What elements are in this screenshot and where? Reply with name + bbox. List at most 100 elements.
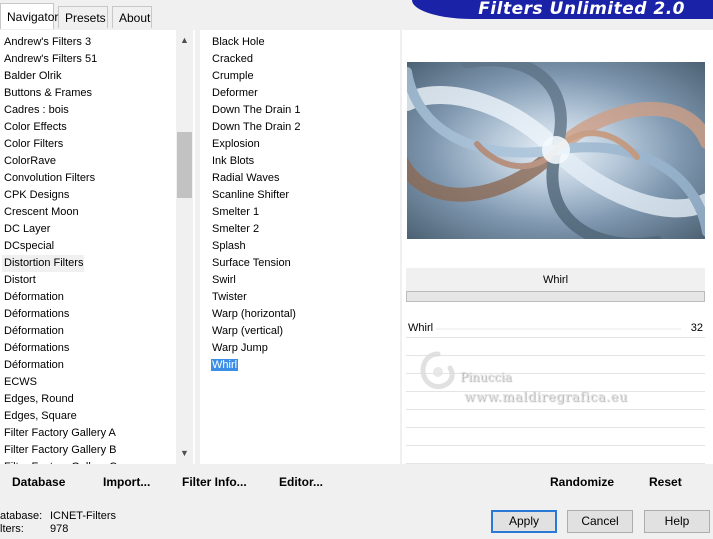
- category-item[interactable]: Distort: [4, 272, 174, 289]
- cancel-button[interactable]: Cancel: [567, 510, 633, 533]
- category-item[interactable]: Cadres : bois: [4, 102, 174, 119]
- category-item[interactable]: DCspecial: [4, 238, 174, 255]
- database-info-value: ICNET-Filters: [50, 510, 116, 522]
- category-item[interactable]: Déformations: [4, 340, 174, 357]
- filter-item-label: Radial Waves: [212, 172, 280, 184]
- filter-item[interactable]: Cracked: [211, 51, 391, 68]
- filter-item-label: Surface Tension: [212, 257, 291, 269]
- category-item[interactable]: Filter Factory Gallery A: [4, 425, 174, 442]
- filter-item[interactable]: Smelter 2: [211, 221, 391, 238]
- toolbar-row: Database Import... Filter Info... Editor…: [0, 466, 713, 494]
- param-row-empty: [406, 428, 705, 446]
- filter-item-label: Warp Jump: [212, 342, 268, 354]
- filter-item-label: Black Hole: [212, 36, 265, 48]
- filter-item[interactable]: Deformer: [211, 85, 391, 102]
- filter-info-button[interactable]: Filter Info...: [182, 475, 247, 489]
- filter-list[interactable]: Black Hole Cracked Crumple Deformer Down The…: [211, 34, 391, 374]
- category-scrollbar[interactable]: ▲ ▼: [176, 30, 193, 464]
- param-value: 32: [690, 322, 703, 334]
- category-item[interactable]: Filter Factory Gallery C: [4, 459, 174, 464]
- category-item[interactable]: Andrew's Filters 3: [4, 34, 174, 51]
- scroll-down-arrow-icon[interactable]: ▼: [176, 445, 193, 462]
- reset-button[interactable]: Reset: [649, 475, 682, 489]
- filter-item-label: Warp (vertical): [212, 325, 284, 337]
- help-button[interactable]: Help: [644, 510, 710, 533]
- category-item[interactable]: Crescent Moon: [4, 204, 174, 221]
- filter-item[interactable]: Warp (vertical): [211, 323, 391, 340]
- category-item[interactable]: Déformations: [4, 306, 174, 323]
- category-item[interactable]: ECWS: [4, 374, 174, 391]
- filter-item-label: Scanline Shifter: [212, 189, 290, 201]
- param-row-empty: [406, 356, 705, 374]
- category-item[interactable]: Convolution Filters: [4, 170, 174, 187]
- filter-item[interactable]: Smelter 1: [211, 204, 391, 221]
- category-item[interactable]: Déformation: [4, 357, 174, 374]
- category-item[interactable]: DC Layer: [4, 221, 174, 238]
- param-label: Whirl: [408, 322, 434, 334]
- param-slider[interactable]: [436, 328, 681, 330]
- filter-item[interactable]: Swirl: [211, 272, 391, 289]
- param-row-whirl[interactable]: Whirl 32: [406, 320, 705, 338]
- category-item[interactable]: Color Filters: [4, 136, 174, 153]
- category-item[interactable]: Distortion Filters: [2, 255, 84, 272]
- filter-item[interactable]: Explosion: [211, 136, 391, 153]
- scroll-thumb[interactable]: [177, 132, 192, 198]
- filter-item-label: Down The Drain 1: [212, 104, 301, 116]
- param-row-empty: [406, 374, 705, 392]
- filter-item-label: Twister: [212, 291, 247, 303]
- category-item[interactable]: Andrew's Filters 51: [4, 51, 174, 68]
- param-row-empty: [406, 410, 705, 428]
- category-item[interactable]: Balder Olrik: [4, 68, 174, 85]
- filter-item[interactable]: Radial Waves: [211, 170, 391, 187]
- category-item[interactable]: ColorRave: [4, 153, 174, 170]
- filter-item[interactable]: Surface Tension: [211, 255, 391, 272]
- scroll-up-arrow-icon[interactable]: ▲: [176, 32, 193, 49]
- tab-about[interactable]: About: [112, 6, 152, 28]
- param-row-empty: [406, 446, 705, 464]
- banner-title: Filters Unlimited 2.0: [478, 0, 685, 19]
- category-item[interactable]: Edges, Square: [4, 408, 174, 425]
- apply-button[interactable]: Apply: [491, 510, 557, 533]
- progress-bar: [406, 291, 705, 302]
- filter-item-label: Splash: [212, 240, 246, 252]
- editor-button[interactable]: Editor...: [279, 475, 323, 489]
- randomize-button[interactable]: Randomize: [550, 475, 614, 489]
- filter-name-label: Whirl: [406, 268, 705, 292]
- filter-item[interactable]: Ink Blots: [211, 153, 391, 170]
- database-button[interactable]: Database: [12, 475, 65, 489]
- param-row-empty: [406, 338, 705, 356]
- filters-unlimited-dialog: Navigator Presets About Filters Unlimite…: [0, 0, 713, 539]
- category-item[interactable]: CPK Designs: [4, 187, 174, 204]
- filters-count-value: 978: [50, 523, 69, 535]
- filter-item-label: Swirl: [212, 274, 236, 286]
- category-item[interactable]: Color Effects: [4, 119, 174, 136]
- param-row-empty: [406, 392, 705, 410]
- filter-item-label: Whirl: [211, 359, 239, 371]
- category-item[interactable]: Edges, Round: [4, 391, 174, 408]
- filter-item[interactable]: Black Hole: [211, 34, 391, 51]
- category-item[interactable]: Buttons & Frames: [4, 85, 174, 102]
- tab-navigator[interactable]: Navigator: [0, 3, 58, 29]
- preview-panel: Whirl Whirl 32: [402, 30, 713, 464]
- filters-count-label: lters:: [0, 523, 24, 535]
- filter-item[interactable]: Twister: [211, 289, 391, 306]
- filter-item[interactable]: Splash: [211, 238, 391, 255]
- filter-item[interactable]: Warp (horizontal): [211, 306, 391, 323]
- filter-list-panel: Black Hole Cracked Crumple Deformer Down The…: [200, 30, 400, 464]
- filter-item-label: Smelter 2: [212, 223, 260, 235]
- filter-item[interactable]: Warp Jump: [211, 340, 391, 357]
- filter-item[interactable]: Down The Drain 1: [211, 102, 391, 119]
- category-item[interactable]: Filter Factory Gallery B: [4, 442, 174, 459]
- preview-image: [407, 62, 705, 239]
- category-list[interactable]: Andrew's Filters 3 Andrew's Filters 51 Bal…: [2, 34, 174, 464]
- filter-item-label: Smelter 1: [212, 206, 260, 218]
- category-item[interactable]: Déformation: [4, 323, 174, 340]
- import-button[interactable]: Import...: [103, 475, 150, 489]
- filter-item[interactable]: Crumple: [211, 68, 391, 85]
- category-item[interactable]: Déformation: [4, 289, 174, 306]
- filter-item[interactable]: Down The Drain 2: [211, 119, 391, 136]
- tab-presets[interactable]: Presets: [58, 6, 108, 28]
- filter-item[interactable]: Scanline Shifter: [211, 187, 391, 204]
- filter-item[interactable]: Whirl: [211, 357, 391, 374]
- tab-strip: Navigator Presets About: [0, 0, 420, 29]
